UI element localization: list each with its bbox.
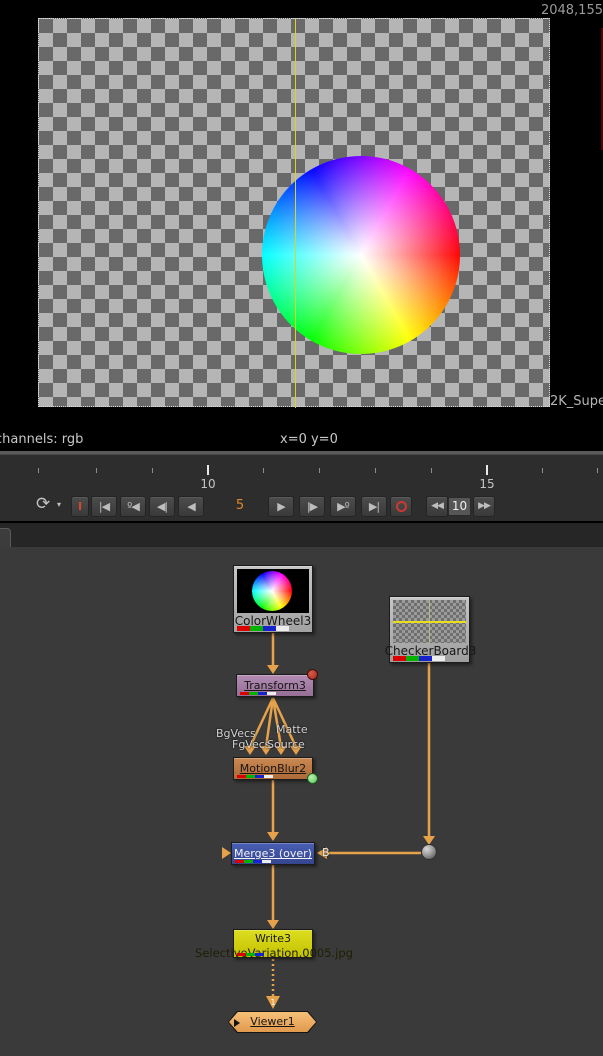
in-marker-button[interactable]: I: [71, 496, 89, 517]
node-colorwheel3[interactable]: ColorWheel3: [233, 565, 313, 633]
merge-b-input-label: B: [322, 846, 330, 859]
timeline-label-15: 15: [479, 477, 494, 491]
channel-bars: [240, 692, 276, 695]
channel-bars: [393, 656, 445, 661]
timeline-tick: [431, 468, 432, 473]
timeline-tick-major: [207, 465, 209, 475]
timeline-tick-major: [486, 465, 488, 475]
channels-label: channels: rgb: [0, 432, 83, 447]
node-transform3[interactable]: Transform3: [236, 674, 314, 697]
input-label-matte: Matte: [276, 723, 308, 736]
viewer-cursor-line: [295, 19, 296, 408]
transport-bar: ⟳ ▾ I |◀ º◀ ◀| ◀ 5 ▶ |▶ ▶º ▶| ◀◀ 10 ▶▶: [0, 491, 603, 521]
input-label-fgvecs: FgVecs: [232, 738, 271, 751]
pixel-coords-label: x=0 y=0: [280, 432, 338, 447]
range-back-button[interactable]: ◀◀: [426, 496, 448, 517]
chevron-down-icon[interactable]: ▾: [57, 500, 61, 509]
step-back-button[interactable]: ◀|: [149, 496, 175, 517]
pane-strip: [0, 521, 603, 547]
timeline-tick: [597, 468, 598, 473]
timeline-tick: [96, 468, 97, 473]
channel-bars: [237, 953, 264, 956]
viewer-node-body[interactable]: Viewer1: [229, 1012, 316, 1032]
node-graph[interactable]: 1 BgVecs Matte FgVecs Source B ColorWhee…: [0, 547, 603, 1056]
viewer-resolution-label: 2048,155: [541, 3, 603, 18]
timeline-tick: [542, 468, 543, 473]
timeline-tick: [375, 468, 376, 473]
node-write3[interactable]: Write3 SelectiveVariation.0005.jpg: [233, 929, 313, 958]
nuke-window: 2048,155 2K_Supe channels: rgb x=0 y=0 1…: [0, 0, 603, 1056]
dot-node[interactable]: [422, 845, 437, 860]
color-wheel-image: [262, 156, 460, 354]
timeline-tick: [319, 468, 320, 473]
timeline-tick: [38, 468, 39, 473]
viewer-input-number: 1: [271, 998, 276, 1007]
play-backward-button[interactable]: ◀: [178, 496, 204, 517]
timeline-tick: [152, 468, 153, 473]
timeline-label-10: 10: [200, 477, 215, 491]
viewer-pane[interactable]: 2048,155 2K_Supe: [0, 0, 603, 428]
thumbnail-centerline: [429, 600, 430, 643]
timeline-tick: [263, 468, 264, 473]
playback-mode-icon[interactable]: ⟳: [36, 494, 50, 514]
range-forward-button[interactable]: ▶▶: [473, 496, 495, 517]
node-motionblur2[interactable]: MotionBlur2: [233, 757, 313, 780]
fps-field[interactable]: 10: [448, 497, 471, 516]
node-checkerboard3[interactable]: CheckerBoard3: [389, 596, 470, 663]
node-viewer1[interactable]: Viewer1: [228, 1011, 317, 1033]
next-keyframe-button[interactable]: ▶º: [330, 496, 356, 517]
viewer-info-bar: channels: rgb x=0 y=0: [0, 428, 603, 452]
record-icon: [396, 501, 407, 512]
go-to-end-button[interactable]: ▶|: [361, 496, 387, 517]
play-forward-button[interactable]: ▶: [268, 496, 294, 517]
node-merge3[interactable]: Merge3 (over): [231, 842, 315, 865]
viewer-format-label: 2K_Supe: [550, 394, 603, 409]
node-label: Viewer1: [229, 1012, 316, 1032]
error-badge-icon: [307, 669, 318, 680]
current-frame-field[interactable]: 5: [228, 498, 252, 513]
checkerboard-thumbnail: [393, 600, 466, 643]
previous-keyframe-button[interactable]: º◀: [120, 496, 146, 517]
timeline-ruler[interactable]: 10 15: [0, 454, 603, 491]
status-badge-icon: [307, 773, 318, 784]
color-wheel-icon: [252, 571, 292, 611]
record-button[interactable]: [390, 496, 412, 517]
write-filename-label: SelectiveVariation.0005.jpg: [195, 946, 353, 960]
node-label: Write3: [234, 932, 312, 945]
viewer-image-checkerboard[interactable]: [38, 18, 550, 407]
colorwheel-thumbnail: [237, 569, 309, 613]
pane-corner-tab[interactable]: [0, 528, 11, 549]
viewer-input-notch-icon: [234, 1019, 240, 1027]
channel-bars: [237, 775, 273, 778]
channel-bars: [235, 860, 271, 863]
go-to-start-button[interactable]: |◀: [91, 496, 117, 517]
input-label-source: Source: [267, 738, 305, 751]
step-forward-button[interactable]: |▶: [299, 496, 325, 517]
channel-bars: [237, 626, 289, 631]
